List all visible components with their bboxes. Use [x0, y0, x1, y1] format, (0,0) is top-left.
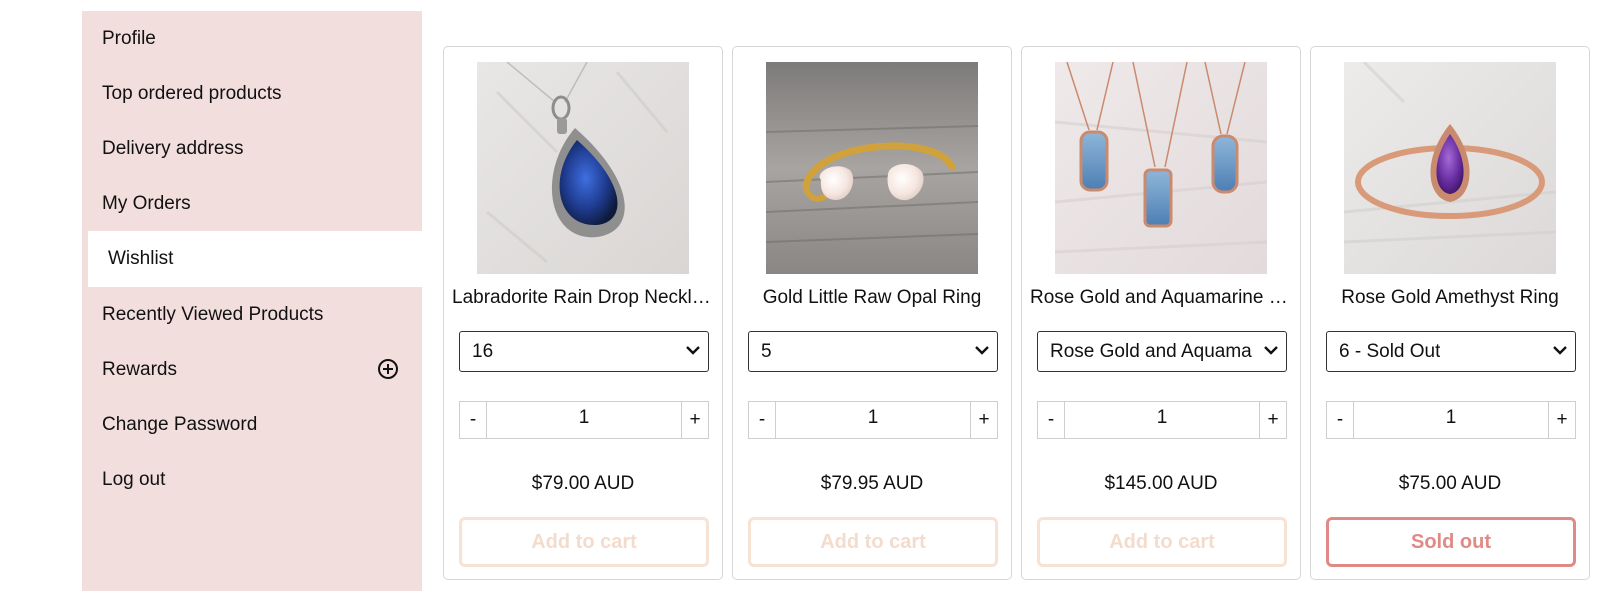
sidebar-item-profile[interactable]: Profile [82, 11, 422, 67]
quantity-stepper: - 1 + [459, 401, 709, 439]
product-name[interactable]: Labradorite Rain Drop Necklace [452, 285, 714, 311]
chevron-down-icon [1553, 346, 1567, 355]
quantity-input[interactable]: 1 [1065, 402, 1259, 438]
sold-out-button[interactable]: Sold out [1326, 517, 1576, 567]
add-to-cart-button[interactable]: Add to cart [459, 517, 709, 567]
account-sidebar: Profile Top ordered products Delivery ad… [82, 11, 422, 591]
sidebar-item-label: Wishlist [108, 248, 174, 269]
decrease-quantity-button[interactable]: - [749, 402, 776, 438]
product-card: Rose Gold and Aquamarine Necklace Rose G… [1021, 46, 1301, 580]
sidebar-item-recently-viewed-products[interactable]: Recently Viewed Products [82, 287, 422, 343]
chevron-down-icon [975, 346, 989, 355]
quantity-stepper: - 1 + [748, 401, 998, 439]
variant-select[interactable]: 16 [459, 331, 709, 372]
increase-quantity-button[interactable]: + [681, 402, 708, 438]
variant-select[interactable]: 6 - Sold Out [1326, 331, 1576, 372]
aquamarine-necklaces-image[interactable] [1055, 62, 1267, 274]
amethyst-ring-image[interactable] [1344, 62, 1556, 274]
sidebar-item-rewards[interactable]: Rewards [82, 342, 422, 398]
sidebar-item-label: Delivery address [102, 138, 244, 159]
increase-quantity-button[interactable]: + [970, 402, 997, 438]
product-card: Labradorite Rain Drop Necklace 16 - 1 + … [443, 46, 723, 580]
product-price: $79.00 AUD [531, 473, 635, 494]
quantity-input[interactable]: 1 [776, 402, 970, 438]
sidebar-item-label: Rewards [102, 359, 177, 380]
chevron-down-icon [686, 346, 700, 355]
sidebar-item-label: Profile [102, 28, 156, 49]
increase-quantity-button[interactable]: + [1259, 402, 1286, 438]
add-to-cart-button[interactable]: Add to cart [748, 517, 998, 567]
decrease-quantity-button[interactable]: - [1038, 402, 1065, 438]
labradorite-pendant-image[interactable] [477, 62, 689, 274]
sidebar-item-wishlist[interactable]: Wishlist [88, 231, 422, 287]
variant-value: Rose Gold and Aquamarine [1050, 340, 1252, 362]
sidebar-item-label: My Orders [102, 193, 191, 214]
sidebar-item-label: Log out [102, 469, 166, 490]
product-card: Gold Little Raw Opal Ring 5 - 1 + $79.95… [732, 46, 1012, 580]
quantity-stepper: - 1 + [1037, 401, 1287, 439]
product-card: Rose Gold Amethyst Ring 6 - Sold Out - 1… [1310, 46, 1590, 580]
quantity-input[interactable]: 1 [1354, 402, 1548, 438]
chevron-down-icon [1264, 346, 1278, 355]
quantity-stepper: - 1 + [1326, 401, 1576, 439]
product-name[interactable]: Rose Gold Amethyst Ring [1319, 285, 1581, 311]
gold-opal-ring-image[interactable] [766, 62, 978, 274]
sidebar-item-label: Change Password [102, 414, 258, 435]
sidebar-item-top-ordered-products[interactable]: Top ordered products [82, 66, 422, 122]
variant-select[interactable]: Rose Gold and Aquamarine [1037, 331, 1287, 372]
decrease-quantity-button[interactable]: - [460, 402, 487, 438]
variant-value: 5 [761, 340, 772, 362]
quantity-input[interactable]: 1 [487, 402, 681, 438]
variant-value: 6 - Sold Out [1339, 340, 1441, 362]
variant-select[interactable]: 5 [748, 331, 998, 372]
product-price: $75.00 AUD [1398, 473, 1502, 494]
sidebar-item-label: Top ordered products [102, 83, 282, 104]
sidebar-item-delivery-address[interactable]: Delivery address [82, 121, 422, 177]
sidebar-item-change-password[interactable]: Change Password [82, 397, 422, 453]
sidebar-item-label: Recently Viewed Products [102, 304, 324, 325]
variant-value: 16 [472, 340, 494, 362]
product-name[interactable]: Gold Little Raw Opal Ring [741, 285, 1003, 311]
product-name[interactable]: Rose Gold and Aquamarine Necklace [1030, 285, 1292, 311]
plus-circle-icon[interactable] [378, 359, 398, 379]
product-price: $79.95 AUD [820, 473, 924, 494]
add-to-cart-button[interactable]: Add to cart [1037, 517, 1287, 567]
sidebar-item-log-out[interactable]: Log out [82, 452, 422, 508]
sidebar-item-my-orders[interactable]: My Orders [82, 176, 422, 232]
decrease-quantity-button[interactable]: - [1327, 402, 1354, 438]
increase-quantity-button[interactable]: + [1548, 402, 1575, 438]
product-price: $145.00 AUD [1104, 473, 1218, 494]
